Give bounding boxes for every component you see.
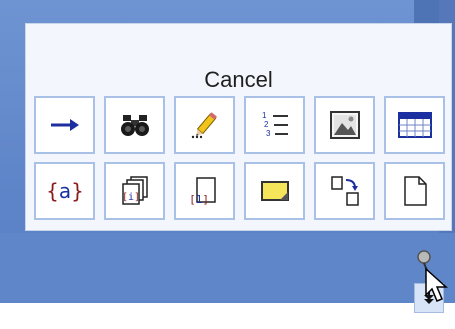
tool-insert-arrow[interactable] [34,96,95,154]
tool-find[interactable] [104,96,165,154]
stacked-pages-index-icon: [i] [121,176,148,205]
bottom-margin [0,303,455,329]
page-index-icon: [1] [189,177,216,206]
svg-text:3: 3 [266,129,271,138]
tool-swap[interactable] [314,162,375,220]
cancel-button[interactable]: Cancel [26,67,451,93]
variable-braces-icon: {a} [46,179,84,203]
tool-new-page[interactable] [384,162,445,220]
tool-insert-index[interactable]: [1] [174,162,235,220]
tool-insert-index-multiple[interactable]: [i] [104,162,165,220]
insert-popup: Cancel 1 2 3 {a} [i] [1] [25,23,452,231]
tool-edit[interactable] [174,96,235,154]
svg-text:{a}: {a} [46,179,84,203]
table-icon [397,112,432,138]
svg-text:[i]: [i] [121,192,139,203]
pencil-icon [191,112,217,139]
bottom-panel [0,233,455,303]
tool-numbered-list[interactable]: 1 2 3 [244,96,305,154]
tool-insert-table[interactable] [384,96,445,154]
pointer-icon [417,250,448,302]
tool-grid: 1 2 3 {a} [i] [1] [34,96,447,220]
tool-insert-note[interactable] [244,162,305,220]
swap-boxes-icon [330,176,359,206]
sticky-note-icon [260,181,289,201]
numbered-list-icon: 1 2 3 [262,111,288,138]
svg-text:[1]: [1] [189,193,209,206]
binoculars-icon [120,115,149,136]
mouse-cursor [412,247,452,312]
blank-page-icon [403,176,427,206]
arrow-right-icon [50,119,79,131]
tool-insert-picture[interactable] [314,96,375,154]
picture-icon [329,111,360,139]
svg-text:1: 1 [262,111,267,120]
svg-text:2: 2 [264,120,269,129]
tool-insert-variable[interactable]: {a} [34,162,95,220]
